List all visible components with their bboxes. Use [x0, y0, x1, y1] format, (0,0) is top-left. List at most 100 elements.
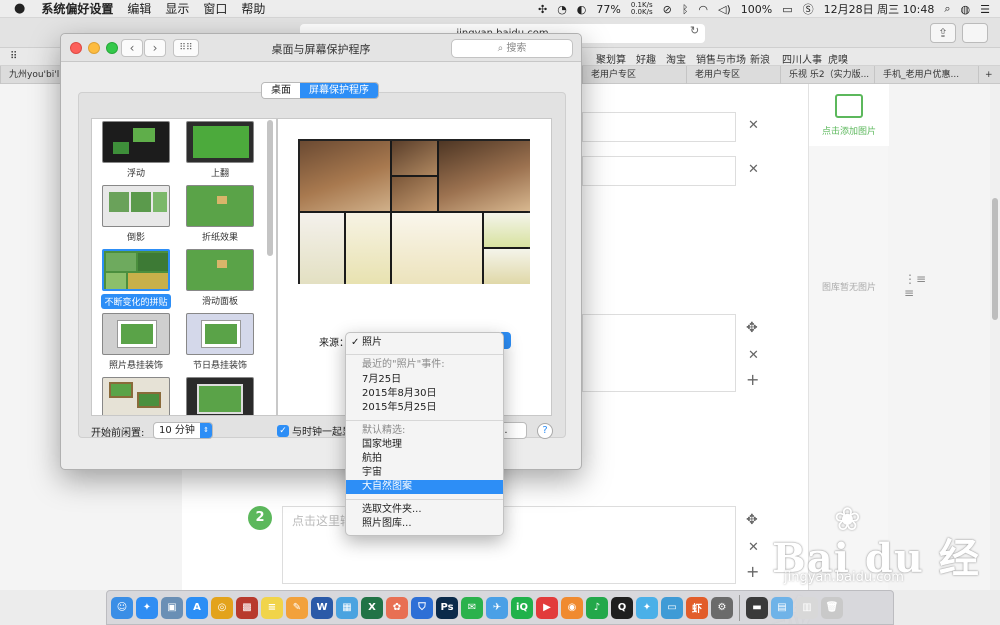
app-store-icon[interactable]: A: [186, 596, 208, 619]
wifi-icon[interactable]: ◠: [698, 3, 708, 16]
reload-icon[interactable]: ↻: [690, 24, 699, 37]
add-picture-button[interactable]: 点击添加图片: [809, 84, 889, 146]
datetime[interactable]: 12月28日 周三 10:48: [824, 1, 935, 17]
trash-icon[interactable]: 🗑: [821, 596, 843, 619]
list-scrollbar-thumb[interactable]: [267, 120, 273, 256]
bookmarks-grid-icon[interactable]: ⠿: [10, 51, 17, 62]
browser-tab[interactable]: 老用户专区: [582, 66, 686, 84]
screensaver-item[interactable]: [96, 377, 176, 415]
status-fan-icon[interactable]: ✣: [538, 3, 547, 16]
screensaver-item[interactable]: [180, 377, 260, 415]
menu-item-featured-highlighted[interactable]: 大自然图案: [346, 480, 503, 494]
screensaver-item[interactable]: 上翻: [180, 121, 260, 179]
excel-icon[interactable]: X: [361, 596, 383, 619]
cpu-percent[interactable]: 77%: [596, 3, 620, 16]
wechat-icon[interactable]: ✉: [461, 596, 483, 619]
move-icon[interactable]: ✥: [746, 320, 758, 336]
tab-desktop[interactable]: 桌面: [262, 83, 300, 98]
bookmark[interactable]: 聚划算: [596, 51, 626, 66]
xia-icon[interactable]: 虾: [686, 596, 708, 619]
screensaver-item[interactable]: 折纸效果: [180, 185, 260, 243]
screensaver-item[interactable]: 节日悬挂装饰: [180, 313, 260, 371]
plane-icon[interactable]: ✈: [486, 596, 508, 619]
screensaver-item[interactable]: 倒影: [96, 185, 176, 243]
safari-icon[interactable]: ✦: [136, 596, 158, 619]
photoshop-icon[interactable]: Ps: [436, 596, 458, 619]
menu-item-featured[interactable]: 国家地理: [346, 438, 503, 452]
network-speed[interactable]: 0.1K/s 0.0K/s: [631, 2, 653, 16]
iqiyi-icon[interactable]: iQ: [511, 596, 533, 619]
notes-icon[interactable]: ≡: [261, 596, 283, 619]
menu-item-event[interactable]: 7月25日: [346, 373, 503, 387]
menu-edit[interactable]: 编辑: [127, 0, 151, 17]
folder-icon[interactable]: ▤: [771, 596, 793, 619]
finder-icon[interactable]: ☺: [111, 596, 133, 619]
bookmark[interactable]: 虎嗅: [828, 51, 848, 66]
preview-icon[interactable]: ▣: [161, 596, 183, 619]
page-scrollbar[interactable]: [990, 84, 1000, 590]
browser-tab[interactable]: 乐视 乐2（实力版...: [780, 66, 874, 84]
chrome-icon[interactable]: ◎: [211, 596, 233, 619]
menu-item-featured[interactable]: 宇宙: [346, 466, 503, 480]
show-all-grid-icon[interactable]: ⠿⠿: [173, 39, 199, 57]
text-field[interactable]: [582, 112, 736, 142]
bookmark[interactable]: 新浪: [750, 51, 770, 66]
system-preferences-icon[interactable]: ⚙: [711, 596, 733, 619]
volume-icon[interactable]: ◁): [718, 3, 731, 16]
screensaver-item[interactable]: 滑动面板: [180, 249, 260, 307]
photos-icon[interactable]: ✿: [386, 596, 408, 619]
menu-help[interactable]: 帮助: [241, 0, 265, 17]
qq-icon[interactable]: Q: [611, 596, 633, 619]
browser-tab[interactable]: 九州you'bi'l: [0, 66, 60, 84]
step-textarea[interactable]: [582, 314, 736, 392]
bookmark[interactable]: 销售与市场: [696, 51, 746, 66]
show-clock-checkbox[interactable]: ✓ 与时钟一起显: [277, 423, 352, 438]
music-icon[interactable]: ♪: [586, 596, 608, 619]
browser-tab[interactable]: 手机_老用户优惠...: [874, 66, 978, 84]
tabs-overview-button[interactable]: [962, 23, 988, 43]
close-icon[interactable]: ✕: [748, 162, 759, 177]
text-field[interactable]: [582, 156, 736, 186]
twitter-icon[interactable]: ✦: [636, 596, 658, 619]
time-machine-icon[interactable]: ⊘: [663, 3, 672, 16]
document-icon[interactable]: ▥: [796, 596, 818, 619]
share-button[interactable]: ⇪: [930, 23, 956, 43]
word-icon[interactable]: W: [311, 596, 333, 619]
menu-item-event[interactable]: 2015年8月30日: [346, 387, 503, 401]
battery-icon[interactable]: ▭: [782, 3, 792, 16]
move-icon[interactable]: ✥: [746, 512, 758, 528]
bookmark[interactable]: 淘宝: [666, 51, 686, 66]
close-icon[interactable]: ✕: [748, 348, 759, 363]
browser-tab[interactable]: 老用户专区: [686, 66, 780, 84]
pages-icon[interactable]: ✎: [286, 596, 308, 619]
apple-menu-icon[interactable]: ●: [14, 1, 25, 16]
shield-icon[interactable]: ⛉: [411, 596, 433, 619]
menu-item-photo-library[interactable]: 照片图库...: [346, 517, 503, 531]
close-icon[interactable]: ✕: [748, 118, 759, 133]
monitor-icon[interactable]: ▭: [661, 596, 683, 619]
screensaver-item[interactable]: 不断变化的拼贴: [96, 249, 176, 309]
battery-percent[interactable]: 100%: [741, 3, 772, 16]
bluetooth-icon[interactable]: ᛒ: [682, 3, 689, 16]
list-format-icon[interactable]: ⋮≡ ≡: [904, 272, 926, 300]
app-menu[interactable]: 系统偏好设置: [41, 0, 113, 17]
scrollbar-thumb[interactable]: [992, 198, 998, 320]
add-icon[interactable]: +: [746, 562, 759, 581]
minimize-window-button[interactable]: [88, 42, 100, 54]
zoom-window-button[interactable]: [106, 42, 118, 54]
add-icon[interactable]: +: [746, 370, 759, 389]
menu-view[interactable]: 显示: [165, 0, 189, 17]
siri-icon[interactable]: ◍: [961, 3, 971, 16]
menu-item-featured[interactable]: 航拍: [346, 452, 503, 466]
screensaver-item[interactable]: 照片悬挂装饰: [96, 313, 176, 371]
screensaver-item[interactable]: 浮动: [96, 121, 176, 179]
bookmark[interactable]: 四川人事: [782, 51, 822, 66]
tab-screensaver[interactable]: 屏幕保护程序: [300, 83, 378, 98]
s-app-icon[interactable]: Ⓢ: [803, 1, 814, 17]
bookmark[interactable]: 好趣: [636, 51, 656, 66]
forward-button[interactable]: ›: [144, 39, 166, 57]
menu-item-photos[interactable]: ✓ 照片: [346, 336, 503, 350]
close-icon[interactable]: ✕: [748, 540, 759, 555]
game-icon[interactable]: ▩: [236, 596, 258, 619]
screen-icon[interactable]: ▬: [746, 596, 768, 619]
